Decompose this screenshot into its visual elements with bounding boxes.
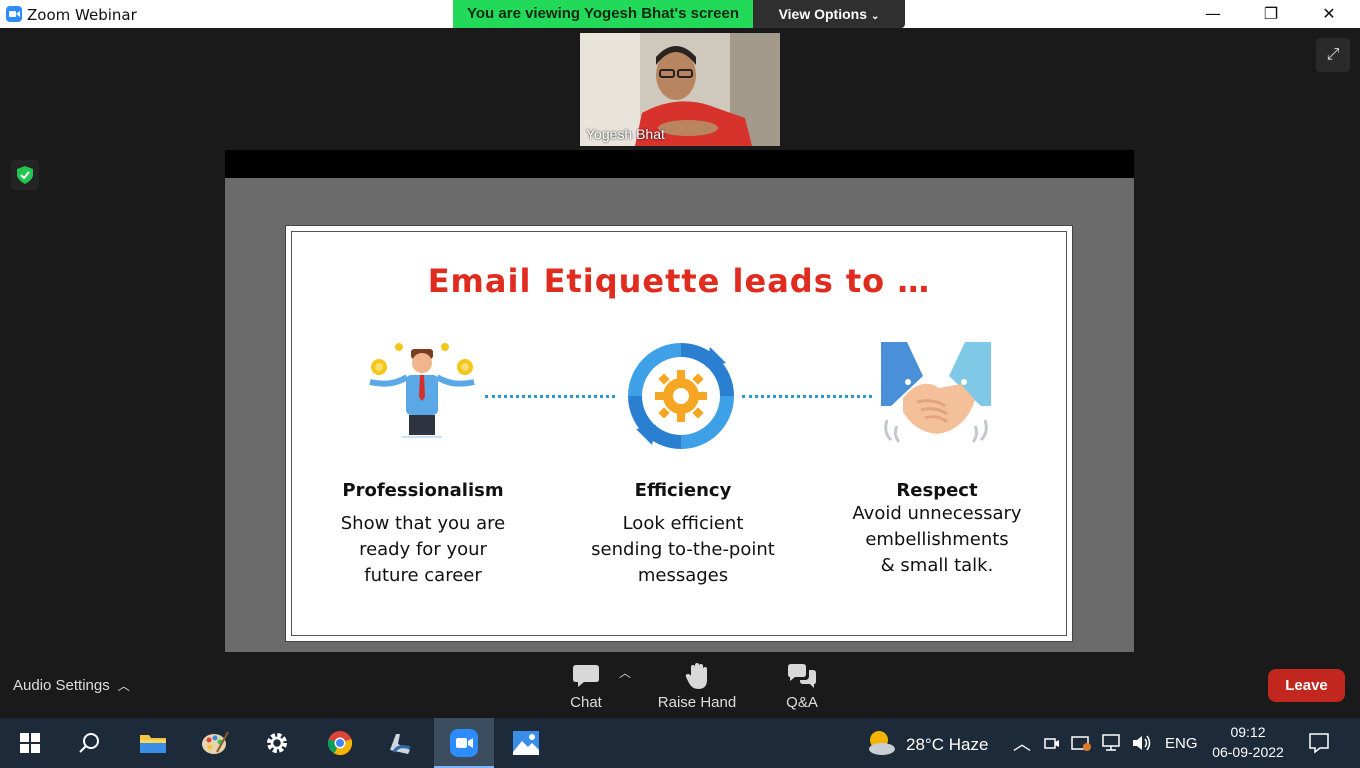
- connector-dots: [485, 395, 615, 398]
- audio-settings-button[interactable]: Audio Settings ︿: [13, 677, 130, 694]
- title-bar: Zoom Webinar You are viewing Yogesh Bhat…: [0, 0, 1360, 28]
- column-description: Avoid unnecessary embellishments & small…: [822, 501, 1052, 579]
- view-options-label: View Options: [778, 6, 868, 22]
- description-line: & small talk.: [880, 555, 994, 576]
- weather-text[interactable]: 28°C Haze: [906, 735, 988, 755]
- clock-time: 09:12: [1230, 724, 1266, 740]
- language-indicator[interactable]: ENG: [1165, 735, 1198, 752]
- chat-options-caret-icon[interactable]: ︿: [619, 664, 631, 681]
- security-shield-icon[interactable]: [11, 160, 39, 190]
- file-explorer-icon[interactable]: [123, 718, 183, 768]
- column-description: Show that you are ready for your future …: [308, 511, 538, 589]
- description-line: ready for your: [359, 539, 487, 560]
- weather-sun-icon: [869, 731, 895, 755]
- volume-tray-icon[interactable]: [1131, 733, 1153, 753]
- description-line: Avoid unnecessary: [852, 503, 1022, 524]
- raise-hand-icon: [655, 660, 739, 692]
- settings-gear-icon[interactable]: [247, 718, 307, 768]
- raise-hand-label: Raise Hand: [657, 694, 737, 711]
- chat-label: Chat: [570, 694, 602, 711]
- tray-overflow-chevron-icon[interactable]: ︿: [1013, 730, 1031, 756]
- zoom-app-icon: [6, 6, 22, 22]
- respect-column: Respect Avoid unnecessary embellishments…: [822, 480, 1052, 579]
- efficiency-column: Efficiency Look efficient sending to-the…: [568, 480, 798, 589]
- participant-name: Yogesh Bhat: [586, 126, 665, 142]
- slide-frame: Email Etiquette leads to … Professionali…: [291, 231, 1067, 636]
- windows-start-icon[interactable]: [0, 718, 60, 768]
- restore-button[interactable]: ❐: [1242, 0, 1300, 28]
- description-line: embellishments: [865, 529, 1009, 550]
- clock[interactable]: 09:12 06-09-2022: [1206, 722, 1290, 762]
- column-heading: Efficiency: [634, 480, 732, 501]
- photos-icon[interactable]: [496, 718, 556, 768]
- professionalism-column: Professionalism Show that you are ready …: [308, 480, 538, 589]
- chevron-up-icon: ︿: [117, 679, 130, 693]
- qa-button[interactable]: Q&A: [782, 660, 822, 711]
- share-header-bar: [225, 150, 1134, 178]
- notification-center-icon[interactable]: [1308, 732, 1330, 754]
- windows-taskbar: 28°C Haze ︿ ENG 09:12 06-09-2022: [0, 718, 1360, 768]
- viewing-screen-banner: You are viewing Yogesh Bhat's screen: [453, 0, 753, 28]
- description-line: Look efficient: [622, 513, 744, 534]
- paint-icon[interactable]: [185, 718, 245, 768]
- fullscreen-icon[interactable]: ⤢: [1316, 38, 1350, 72]
- handshake-icon: [881, 342, 991, 443]
- juggling-man-icon: [369, 343, 475, 438]
- camera-tray-icon[interactable]: [1043, 734, 1061, 752]
- description-line: messages: [637, 565, 729, 586]
- description-line: Show that you are: [340, 513, 506, 534]
- chat-button[interactable]: Chat: [566, 660, 606, 711]
- battery-tray-icon[interactable]: [1071, 733, 1093, 753]
- window-title: Zoom Webinar: [27, 6, 137, 24]
- column-heading: Respect: [896, 480, 978, 501]
- column-description: Look efficient sending to-the-point mess…: [568, 511, 798, 589]
- chevron-down-icon: ⌄: [871, 11, 880, 22]
- description-line: future career: [364, 565, 482, 586]
- slide-title: Email Etiquette leads to …: [427, 262, 931, 300]
- presentation-slide: Email Etiquette leads to … Professionali…: [285, 225, 1073, 642]
- presenter-video[interactable]: Yogesh Bhat: [580, 33, 780, 146]
- close-button[interactable]: ✕: [1300, 0, 1358, 28]
- raise-hand-button[interactable]: Raise Hand: [655, 660, 739, 711]
- chrome-icon[interactable]: [310, 718, 370, 768]
- leave-button[interactable]: Leave: [1268, 669, 1345, 702]
- clock-date: 06-09-2022: [1212, 744, 1284, 760]
- description-line: sending to-the-point: [591, 539, 775, 560]
- chat-icon: [566, 660, 606, 692]
- qa-icon: [782, 660, 822, 692]
- minimize-button[interactable]: —: [1184, 0, 1242, 28]
- network-tray-icon[interactable]: [1101, 733, 1123, 753]
- view-options-button[interactable]: View Options ⌄: [753, 0, 905, 28]
- search-icon[interactable]: [60, 718, 120, 768]
- snipping-tool-icon[interactable]: [370, 718, 430, 768]
- column-heading: Professionalism: [342, 480, 504, 501]
- qa-label: Q&A: [786, 694, 818, 711]
- audio-settings-label: Audio Settings: [13, 677, 110, 694]
- connector-dots: [742, 395, 872, 398]
- zoom-taskbar-icon[interactable]: [434, 718, 494, 768]
- gear-cycle-icon: [628, 343, 734, 449]
